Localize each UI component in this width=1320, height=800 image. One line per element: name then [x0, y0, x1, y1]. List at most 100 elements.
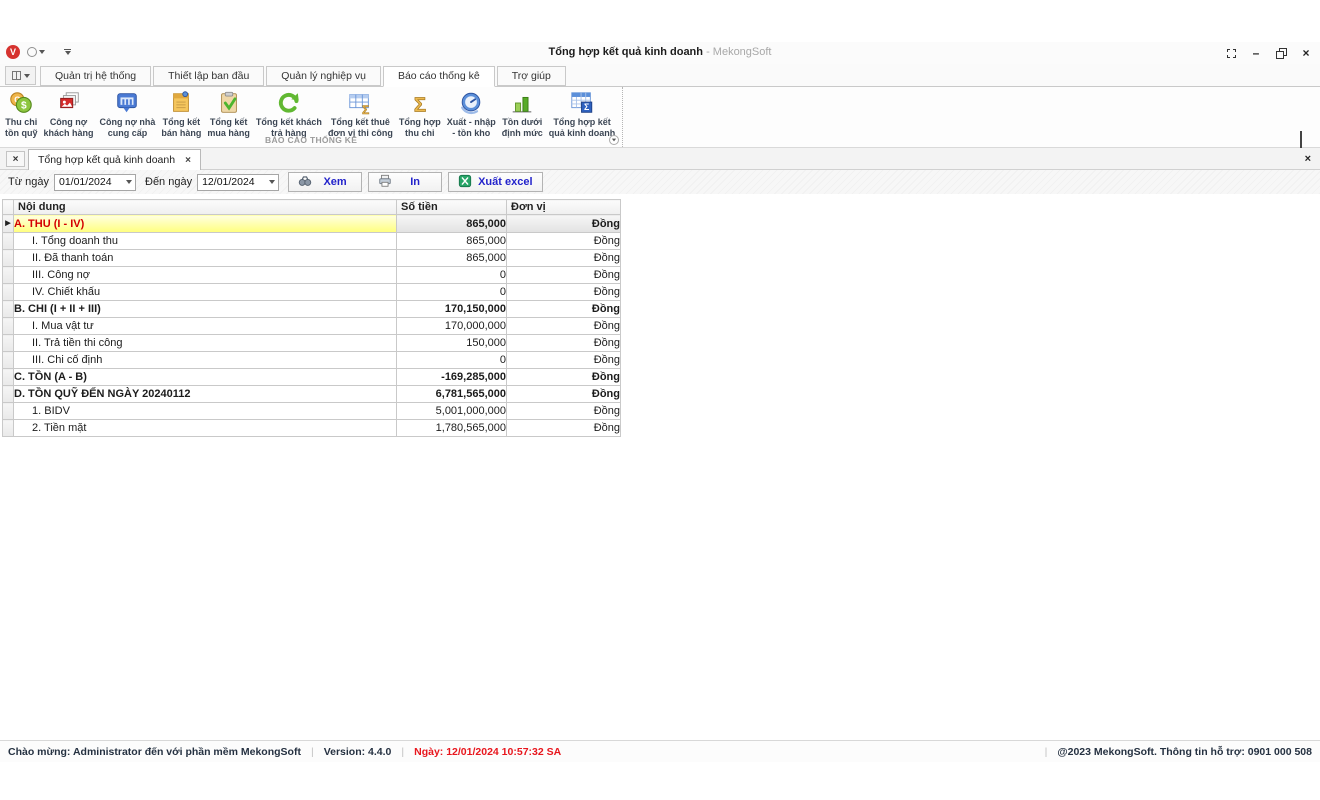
ribbon-button-6[interactable]: ΣTổng kết thuêđơn vị thi công: [325, 89, 396, 139]
ribbon-button-4[interactable]: Tổng kếtmua hàng: [204, 89, 253, 139]
ribbon-button-0[interactable]: C$Thu chitồn quỹ: [2, 89, 41, 139]
dropdown-arrow-icon[interactable]: [122, 180, 135, 184]
row-selector: [3, 420, 14, 437]
table-row[interactable]: III. Chi cố định0Đồng: [3, 352, 621, 369]
cell-unit: Đồng: [507, 420, 621, 437]
view-button-label: Xem: [318, 176, 352, 188]
table-row[interactable]: C. TỒN (A - B)-169,285,000Đồng: [3, 369, 621, 386]
ribbon-body: C$Thu chitồn quỹCông nợkhách hàngCông nợ…: [0, 87, 1320, 148]
chevron-down-icon: [24, 74, 30, 78]
from-date-label: Từ ngày: [8, 176, 49, 188]
sales-notepad-icon: [168, 90, 194, 116]
ribbon-collapse-button[interactable]: [1300, 133, 1308, 141]
status-divider: |: [311, 746, 314, 758]
row-selector: [3, 284, 14, 301]
table-row[interactable]: IV. Chiết khấu0Đồng: [3, 284, 621, 301]
cell-amount: 170,150,000: [397, 301, 507, 318]
row-selector: [3, 386, 14, 403]
row-selector: [3, 335, 14, 352]
ribbon-button-10[interactable]: ΣTổng hợp kếtquả kinh doanh: [546, 89, 619, 139]
ribbon-button-8[interactable]: Xuất - nhập- tồn kho: [444, 89, 499, 139]
ribbon-tab-1[interactable]: Thiết lập ban đầu: [153, 66, 264, 86]
table-row[interactable]: B. CHI (I + II + III)170,150,000Đồng: [3, 301, 621, 318]
cell-unit: Đồng: [507, 215, 621, 233]
cell-unit: Đồng: [507, 335, 621, 352]
ribbon-button-label: Tổng hợp kết: [553, 117, 610, 128]
table-row[interactable]: ▶A. THU (I - IV)865,000Đồng: [3, 215, 621, 233]
table-row[interactable]: 1. BIDV5,001,000,000Đồng: [3, 403, 621, 420]
summary-sigma-icon: Σ: [407, 90, 433, 116]
status-right: | @2023 MekongSoft. Thông tin hỗ trợ: 09…: [1035, 746, 1312, 758]
document-tab-active[interactable]: Tổng hợp kết quả kinh doanh ×: [28, 149, 201, 170]
row-selector: [3, 267, 14, 284]
row-selector: [3, 352, 14, 369]
ribbon-button-1[interactable]: Công nợkhách hàng: [41, 89, 97, 139]
ribbon-tab-strip: Quản trị hệ thốngThiết lập ban đầuQuản l…: [40, 66, 568, 86]
ribbon-button-9[interactable]: Tồn dướiđịnh mức: [499, 89, 546, 139]
table-row[interactable]: 2. Tiền mặt1,780,565,000Đồng: [3, 420, 621, 437]
column-header-content[interactable]: Nội dung: [14, 200, 397, 215]
ribbon-button-2[interactable]: Công nợ nhàcung cấp: [97, 89, 159, 139]
fullscreen-button[interactable]: [1225, 46, 1237, 60]
export-excel-button[interactable]: Xuất excel: [448, 172, 542, 192]
cell-content: III. Chi cố định: [14, 352, 397, 369]
ribbon-button-label: Tổng hợp: [399, 117, 441, 128]
cell-content: I. Tổng doanh thu: [14, 233, 397, 250]
print-button-label: In: [398, 176, 432, 188]
from-date-picker[interactable]: 01/01/2024: [54, 174, 136, 191]
table-row[interactable]: D. TỒN QUỸ ĐẾN NGÀY 202401126,781,565,00…: [3, 386, 621, 403]
view-button[interactable]: Xem: [288, 172, 362, 192]
close-document-button-right[interactable]: ×: [1305, 153, 1311, 165]
ribbon-tab-3[interactable]: Báo cáo thống kê: [383, 66, 495, 87]
report-table-body: ▶A. THU (I - IV)865,000ĐồngI. Tổng doanh…: [3, 215, 621, 437]
current-row-pointer-icon: ▶: [5, 220, 10, 227]
ribbon-button-7[interactable]: ΣTổng hợpthu chi: [396, 89, 444, 139]
restore-icon: [1276, 48, 1287, 59]
close-document-button-left[interactable]: ×: [6, 151, 25, 167]
table-row[interactable]: III. Công nợ0Đồng: [3, 267, 621, 284]
cell-amount: 0: [397, 284, 507, 301]
cell-content: 1. BIDV: [14, 403, 397, 420]
document-tab-label: Tổng hợp kết quả kinh doanh: [38, 154, 175, 166]
cell-amount: -169,285,000: [397, 369, 507, 386]
table-row[interactable]: II. Đã thanh toán865,000Đồng: [3, 250, 621, 267]
close-button[interactable]: ×: [1300, 46, 1312, 60]
table-row[interactable]: II. Trả tiền thi công150,000Đồng: [3, 335, 621, 352]
title-bar: V Tổng hợp kết quả kinh doanh - MekongSo…: [0, 42, 1320, 64]
cell-amount: 5,001,000,000: [397, 403, 507, 420]
low-stock-chart-icon: [509, 90, 535, 116]
contractor-table-sigma-icon: Σ: [347, 90, 373, 116]
minimize-button[interactable]: –: [1250, 46, 1262, 60]
cell-content: II. Trả tiền thi công: [14, 335, 397, 352]
ribbon-button-5[interactable]: Tổng kết kháchtrả hàng: [253, 89, 325, 139]
ribbon-tab-0[interactable]: Quản trị hệ thống: [40, 66, 151, 86]
restore-button[interactable]: [1275, 46, 1287, 60]
table-row[interactable]: I. Tổng doanh thu865,000Đồng: [3, 233, 621, 250]
ribbon-group-reports: C$Thu chitồn quỹCông nợkhách hàngCông nợ…: [0, 87, 623, 147]
print-button[interactable]: In: [368, 172, 442, 192]
cell-unit: Đồng: [507, 318, 621, 335]
ribbon-button-group: C$Thu chitồn quỹCông nợkhách hàngCông nợ…: [2, 87, 618, 133]
column-header-amount[interactable]: Số tiền: [397, 200, 507, 215]
ribbon-tab-4[interactable]: Trợ giúp: [497, 66, 566, 86]
to-date-value: 12/01/2024: [198, 176, 265, 188]
status-welcome: Chào mừng: Administrator đến với phần mề…: [8, 746, 301, 758]
cell-content: I. Mua vật tư: [14, 318, 397, 335]
to-date-picker[interactable]: 12/01/2024: [197, 174, 279, 191]
ribbon-group-label: BÁO CÁO THỐNG KÊ: [0, 135, 622, 145]
cell-amount: 0: [397, 352, 507, 369]
ribbon-tab-2[interactable]: Quản lý nghiệp vụ: [266, 66, 381, 86]
close-tab-icon[interactable]: ×: [185, 155, 191, 166]
ribbon-button-3[interactable]: Tổng kếtbán hàng: [158, 89, 204, 139]
row-selector: [3, 318, 14, 335]
to-date-label: Đến ngày: [145, 176, 192, 188]
cell-amount: 1,780,565,000: [397, 420, 507, 437]
inventory-clock-icon: [458, 90, 484, 116]
layout-menu-button[interactable]: [5, 66, 36, 85]
dropdown-arrow-icon[interactable]: [265, 180, 278, 184]
table-row[interactable]: I. Mua vật tư170,000,000Đồng: [3, 318, 621, 335]
column-header-unit[interactable]: Đơn vị: [507, 200, 621, 215]
svg-text:Σ: Σ: [414, 94, 426, 116]
cell-unit: Đồng: [507, 301, 621, 318]
window-title: Tổng hợp kết quả kinh doanh - MekongSoft: [0, 46, 1320, 58]
